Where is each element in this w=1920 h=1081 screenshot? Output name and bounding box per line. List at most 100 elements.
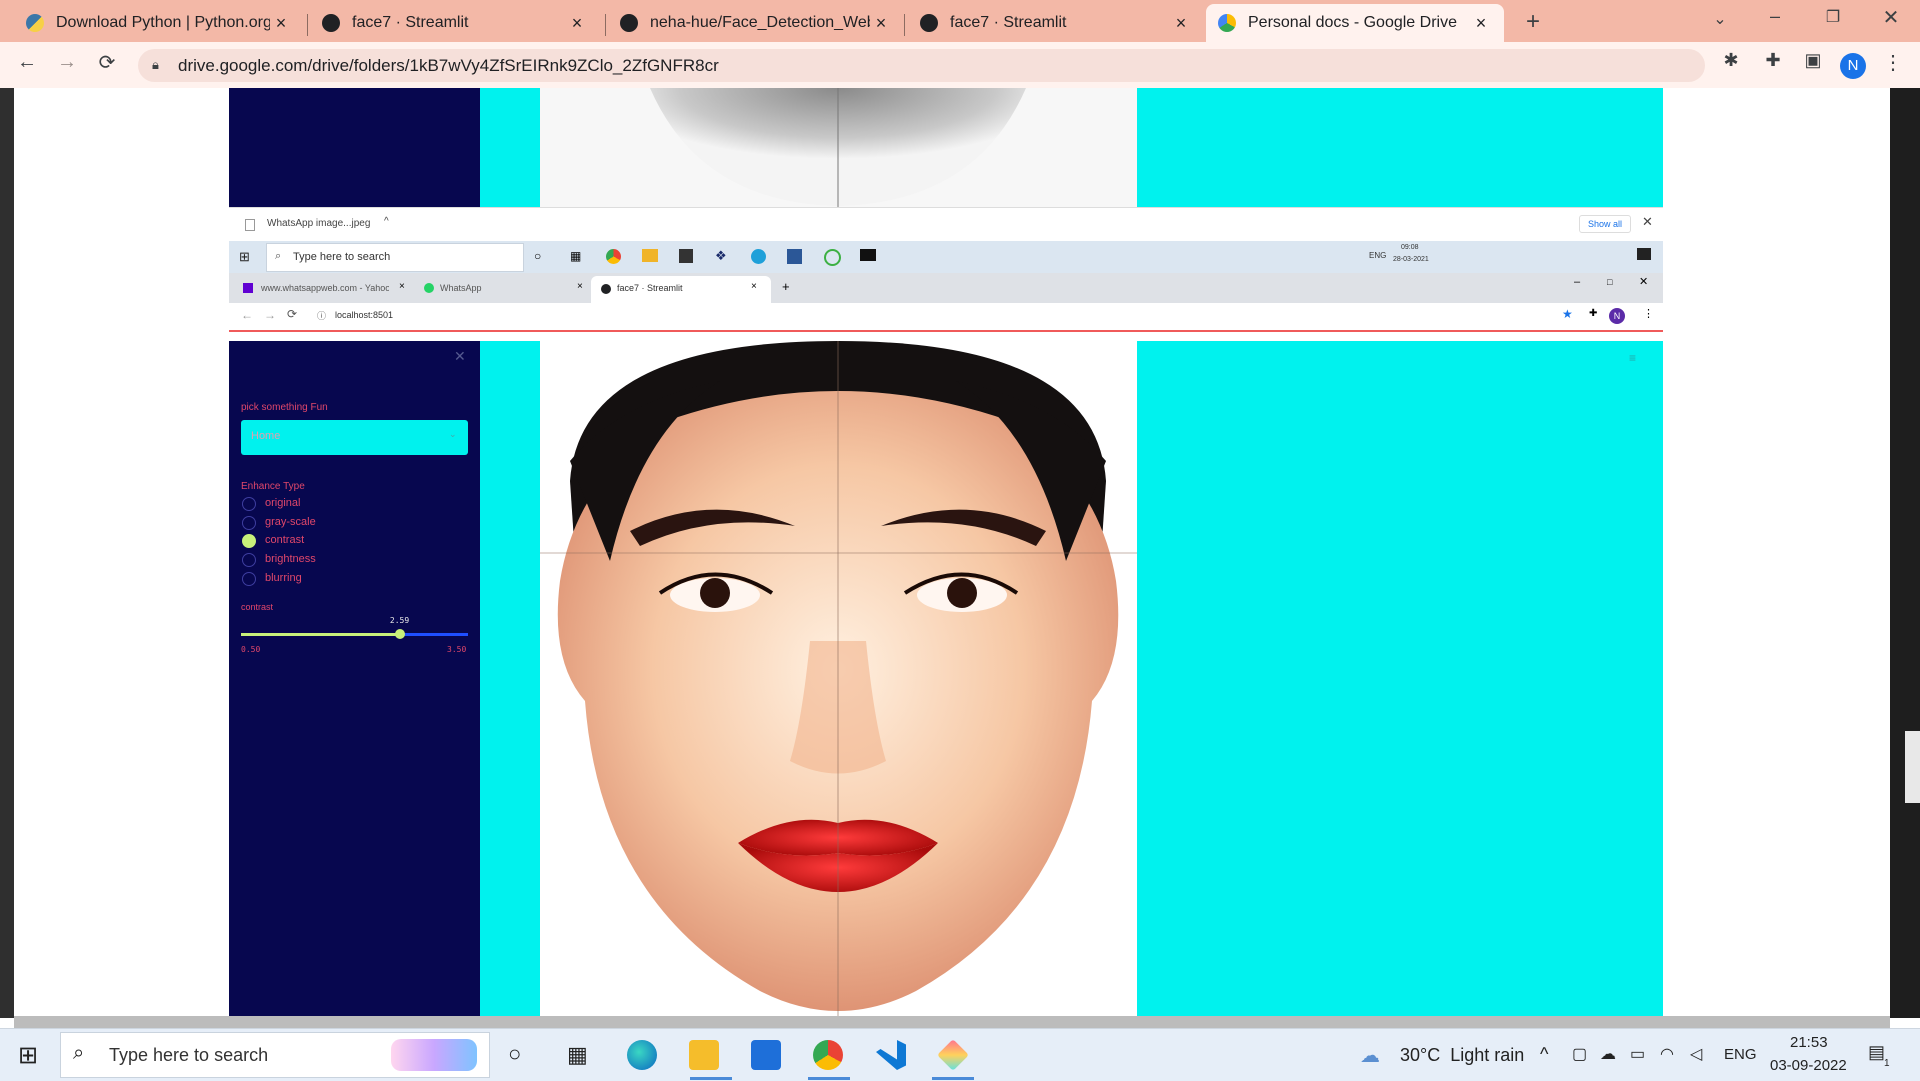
radio-gray-scale	[242, 516, 256, 530]
radio-label-original: original	[265, 497, 301, 509]
volume-icon[interactable]: ◁	[1690, 1044, 1702, 1064]
weather-text[interactable]: 30°C Light rain	[1400, 1045, 1524, 1066]
tab-separator	[307, 14, 308, 36]
inner-close-tab-icon: ×	[577, 281, 583, 292]
sidebar-close-icon: ✕	[454, 348, 466, 364]
download-chevron-icon[interactable]: ^	[384, 216, 389, 227]
tab-github[interactable]: neha-hue/Face_Detection_WebA ×	[608, 4, 904, 42]
address-bar[interactable]: 🔒︎ drive.google.com/drive/folders/1kB7wV…	[138, 49, 1705, 82]
tray-chevron-icon[interactable]: ^	[1540, 1044, 1548, 1065]
close-tab-icon[interactable]: ×	[870, 13, 892, 34]
inner-streamlit-icon	[601, 284, 611, 294]
notification-count: 1	[1884, 1058, 1890, 1069]
clock-time[interactable]: 21:53	[1790, 1034, 1828, 1051]
battery-icon[interactable]: ▭	[1630, 1044, 1645, 1064]
chrome-icon[interactable]	[813, 1040, 843, 1070]
grayscale-face-preview	[540, 88, 1137, 207]
inner-menu-icon: ⋮	[1643, 308, 1654, 320]
forward-arrow-icon[interactable]: →	[52, 51, 82, 74]
inner-active-tab: face7 · Streamlit ×	[591, 276, 771, 303]
inner-search-text: Type here to search	[293, 251, 391, 263]
back-arrow-icon[interactable]: ←	[12, 51, 42, 74]
language-indicator[interactable]: ENG	[1724, 1046, 1757, 1063]
browser-menu-icon[interactable]: ⋮	[1880, 50, 1906, 75]
tab-python-download[interactable]: Download Python | Python.org ×	[14, 4, 304, 42]
close-tab-icon[interactable]: ×	[270, 13, 292, 34]
taskbar-search-text: Type here to search	[109, 1045, 269, 1065]
close-downloads-icon[interactable]: ✕	[1642, 214, 1653, 230]
meet-now-icon[interactable]: ▢	[1572, 1044, 1587, 1064]
radio-original	[242, 497, 256, 511]
reload-icon[interactable]: ⟳	[92, 50, 122, 75]
inner-info-icon: ⓘ	[317, 311, 327, 321]
search-highlight-bird-icon	[391, 1039, 477, 1071]
github-icon	[620, 14, 638, 32]
inner-url: localhost:8501	[335, 310, 394, 320]
minimize-window-icon[interactable]: –	[1760, 6, 1790, 27]
inner-forward-icon: →	[264, 308, 276, 322]
slider-value: 2.59	[389, 616, 410, 625]
slider-max: 3.50	[447, 645, 467, 654]
windows-start-icon[interactable]: ⊞	[18, 1041, 38, 1070]
tab-search-chevron-icon[interactable]: ⌄	[1705, 9, 1735, 29]
inner-search-icon: ⌕	[275, 250, 282, 262]
contrast-slider-fill	[241, 633, 400, 636]
restore-window-icon[interactable]: ❐	[1818, 7, 1848, 27]
inner-back-icon: ←	[241, 308, 253, 322]
clock-date[interactable]: 03-09-2022	[1770, 1057, 1847, 1074]
inner-profile-avatar: N	[1609, 308, 1625, 324]
inner-tab-strip: www.whatsappweb.com - Yahoo × WhatsApp ×…	[229, 273, 1663, 303]
inner-close-window-icon: ✕	[1639, 276, 1649, 288]
radio-label-brightness: brightness	[265, 553, 316, 565]
file-explorer-icon[interactable]	[689, 1040, 719, 1070]
page-right-edge	[1890, 88, 1920, 1018]
inner-tray-time: 09:08	[1401, 244, 1419, 251]
task-view-icon[interactable]: ▦	[567, 1042, 588, 1068]
extensions-puzzle-icon[interactable]: ✚	[1758, 50, 1788, 71]
weather-icon[interactable]: ☁	[1360, 1043, 1380, 1068]
side-panel-icon[interactable]: ▣	[1798, 50, 1828, 71]
inner-close-tab-icon: ×	[751, 281, 757, 292]
notification-center-icon[interactable]: ▤	[1868, 1042, 1885, 1063]
mail-icon[interactable]	[751, 1040, 781, 1070]
tab-face7-streamlit-1[interactable]: face7 · Streamlit ×	[310, 4, 600, 42]
cortana-icon[interactable]: ○	[508, 1041, 521, 1067]
close-tab-icon[interactable]: ×	[1470, 13, 1492, 34]
close-tab-icon[interactable]: ×	[566, 13, 588, 34]
show-all-button[interactable]: Show all	[1579, 215, 1632, 233]
new-tab-button[interactable]: +	[1518, 8, 1548, 36]
edge-icon[interactable]	[627, 1040, 657, 1070]
inner-tab-title: WhatsApp	[440, 283, 482, 293]
wifi-icon[interactable]: ◠	[1660, 1044, 1674, 1064]
radio-label-blurring: blurring	[265, 572, 302, 584]
page-left-edge	[0, 88, 14, 1018]
horizontal-scrollbar[interactable]	[14, 1016, 1890, 1028]
inner-search-box: ⌕ Type here to search	[266, 243, 524, 272]
taskbar-search-box[interactable]: ⌕ Type here to search	[60, 1032, 490, 1078]
image-preview: WhatsApp image...jpeg ^ Show all ✕ ⊞ ⌕ T…	[229, 88, 1663, 1016]
hamburger-menu-icon: ≡	[1629, 351, 1637, 365]
fun-select-box: Home ⌄	[241, 420, 468, 455]
inner-tray-lang: ENG	[1369, 251, 1387, 260]
inner-chrome-icon	[606, 249, 621, 264]
download-filename[interactable]: WhatsApp image...jpeg	[267, 218, 370, 229]
radio-label-gray-scale: gray-scale	[265, 516, 316, 528]
onedrive-cloud-icon[interactable]: ☁	[1600, 1044, 1616, 1064]
google-drive-icon	[1218, 14, 1236, 32]
browser-tab-strip: Download Python | Python.org × face7 · S…	[0, 0, 1920, 42]
tab-google-drive[interactable]: Personal docs - Google Drive ×	[1206, 4, 1504, 42]
contrast-slider-track	[241, 629, 468, 639]
inner-notification-icon	[1637, 248, 1651, 260]
profile-avatar[interactable]: N	[1840, 53, 1866, 79]
extension-bug-icon[interactable]: ✱	[1716, 50, 1746, 71]
close-tab-icon[interactable]: ×	[1170, 13, 1192, 34]
tab-face7-streamlit-2[interactable]: face7 · Streamlit ×	[908, 4, 1204, 42]
inner-tab-title: face7 · Streamlit	[617, 283, 683, 293]
inner-word-icon	[787, 249, 802, 264]
contrast-face-image	[540, 341, 1137, 1016]
tab-title: Personal docs - Google Drive	[1248, 14, 1457, 31]
inner-minimize-icon: –	[1574, 276, 1581, 288]
close-window-icon[interactable]: ✕	[1876, 5, 1906, 30]
vertical-scrollbar-thumb[interactable]	[1905, 731, 1920, 803]
slider-min: 0.50	[241, 645, 261, 654]
